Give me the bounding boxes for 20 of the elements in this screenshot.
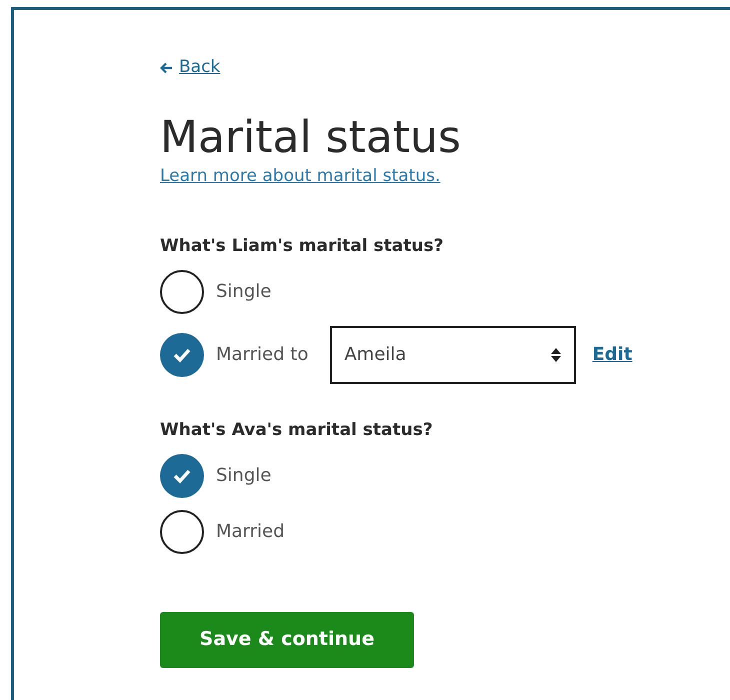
edit-link[interactable]: Edit xyxy=(592,341,632,368)
question-label: What's Liam's marital status? xyxy=(160,234,444,258)
back-link[interactable]: Back xyxy=(160,54,220,82)
radio-option[interactable]: Married to xyxy=(160,332,308,376)
radio-button[interactable] xyxy=(160,454,204,498)
radio-button[interactable] xyxy=(160,270,204,314)
spouse-select[interactable]: Ameila xyxy=(330,326,576,384)
checkmark-icon xyxy=(172,346,192,362)
radio-option[interactable]: Married xyxy=(160,510,285,554)
page-title: Marital status xyxy=(160,111,461,165)
help-link[interactable]: Learn more about marital status. xyxy=(160,164,440,190)
arrow-left-icon xyxy=(160,62,173,74)
radio-option[interactable]: Single xyxy=(160,270,272,314)
save-continue-button[interactable]: Save & continue xyxy=(160,612,414,668)
question-label: What's Ava's marital status? xyxy=(160,418,433,442)
checkmark-icon xyxy=(172,468,192,484)
sort-arrows-icon xyxy=(550,346,562,362)
radio-button[interactable] xyxy=(160,332,204,376)
radio-button[interactable] xyxy=(160,510,204,554)
radio-option[interactable]: Single xyxy=(160,454,272,498)
